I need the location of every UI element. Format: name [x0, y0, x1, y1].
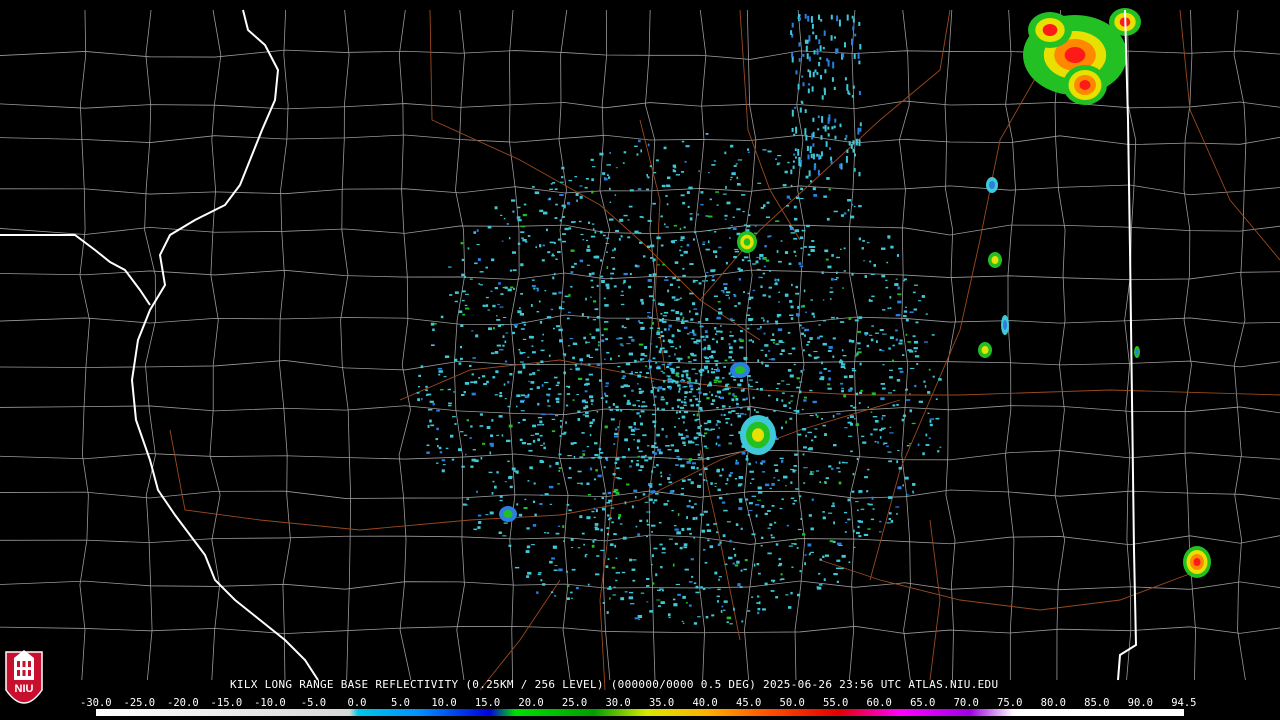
colorscale-labels: -30.0 -25.0 -20.0 -15.0 -10.0 -5.0 0.0 5.0 10.0 1… [0, 697, 1280, 709]
colorscale-label: -20.0 [167, 697, 199, 709]
colorscale-label: -15.0 [210, 697, 243, 709]
colorscale-label: 65.0 [910, 697, 936, 709]
logo-text: NIU [15, 683, 34, 695]
colorscale-label: 94.5 [1171, 697, 1197, 709]
colorscale-label: 45.0 [736, 697, 762, 709]
colorscale-label: 10.0 [431, 697, 457, 709]
colorscale-label: 55.0 [823, 697, 849, 709]
colorscale-label: 90.0 [1127, 697, 1153, 709]
colorscale-label: -10.0 [254, 697, 286, 709]
colorscale-label: 5.0 [391, 697, 410, 709]
colorscale-label: 40.0 [692, 697, 718, 709]
colorscale-label: 50.0 [779, 697, 805, 709]
state-boundaries [0, 9, 1138, 681]
colorscale-label: 70.0 [953, 697, 979, 709]
colorscale-bar [96, 709, 1184, 716]
radar-map [0, 8, 1280, 691]
colorscale-label: 35.0 [648, 697, 675, 709]
colorscale-label: 75.0 [997, 697, 1023, 709]
colorscale-label: 0.0 [347, 697, 367, 709]
colorscale-label: 30.0 [605, 697, 631, 709]
colorscale-label: 15.0 [474, 697, 501, 709]
product-caption: KILX LONG RANGE BASE REFLECTIVITY (0.25K… [230, 678, 999, 691]
colorscale-label: -5.0 [300, 697, 327, 709]
colorscale-label: -25.0 [123, 697, 156, 709]
colorscale-label: 60.0 [866, 697, 892, 709]
colorscale-label: 80.0 [1040, 697, 1066, 709]
colorscale-label: 25.0 [561, 697, 588, 709]
highways [169, 9, 1280, 691]
colorscale-label: 20.0 [518, 697, 544, 709]
colorscale-label: -30.0 [80, 697, 112, 709]
reflectivity-echoes [416, 8, 1211, 625]
colorscale-label: 85.0 [1084, 697, 1110, 709]
